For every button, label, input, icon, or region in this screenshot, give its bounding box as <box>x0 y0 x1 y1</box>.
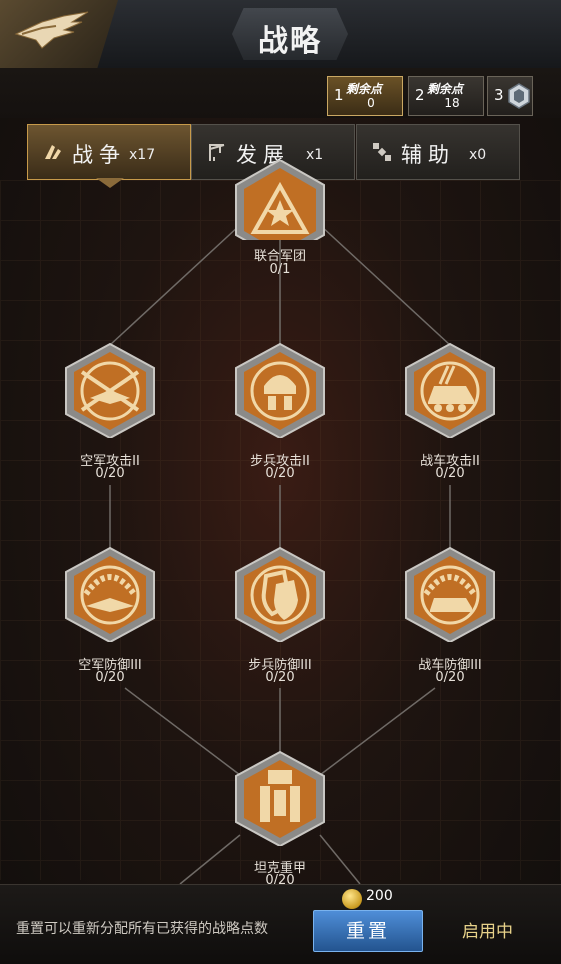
skill-node-vehicle-attack[interactable] <box>400 342 500 456</box>
skill-node-tank-armor[interactable] <box>230 750 330 864</box>
skill-node-infantry-attack[interactable] <box>230 342 330 456</box>
reset-hint-text: 重置可以重新分配所有已获得的战略点数 <box>16 921 268 937</box>
coin-icon <box>342 889 362 909</box>
skill-node-value: 0/20 <box>435 670 465 685</box>
armored-vehicle-icon <box>405 342 495 438</box>
star-triangle-icon <box>235 160 325 240</box>
double-shield-icon <box>235 546 325 642</box>
skill-node-value: 0/20 <box>265 670 295 685</box>
vehicle-shield-icon <box>405 546 495 642</box>
status-text: 启用中 <box>462 922 513 942</box>
skill-node-value: 0/20 <box>435 466 465 481</box>
jet-crosshair-icon <box>65 342 155 438</box>
tank-armor-icon <box>235 750 325 846</box>
skill-node-value: 0/20 <box>265 466 295 481</box>
reset-cost: 200 <box>366 888 393 904</box>
soldier-icon <box>235 342 325 438</box>
jet-shield-icon <box>65 546 155 642</box>
skill-node-infantry-defense[interactable] <box>230 546 330 660</box>
skill-node-value: 0/1 <box>269 262 291 277</box>
skill-node-vehicle-defense[interactable] <box>400 546 500 660</box>
skill-node-air-attack[interactable] <box>60 342 160 456</box>
skill-node-value: 0/20 <box>95 466 125 481</box>
skill-node-value: 0/20 <box>95 670 125 685</box>
reset-button[interactable]: 重置 <box>313 910 423 952</box>
skill-node-air-defense[interactable] <box>60 546 160 660</box>
